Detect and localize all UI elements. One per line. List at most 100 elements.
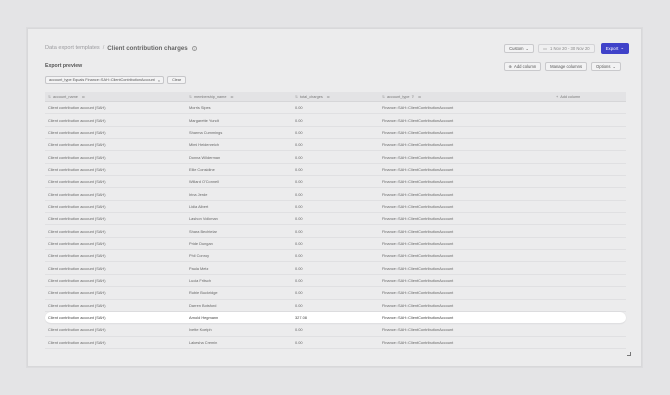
table-row[interactable]: Client contribution account (SAH) Shara B… (45, 225, 626, 238)
column-header-label: account_name (52, 94, 78, 99)
table-row[interactable]: Client contribution account (SAH) Lakesha… (45, 337, 626, 349)
table-cell-total-charges: 0.00 (295, 129, 303, 135)
table-cell-total-charges: 0.00 (295, 327, 303, 333)
table-cell-account-name: Client contribution account (SAH) (48, 154, 106, 160)
table-row[interactable]: Client contribution account (SAH) Margare… (45, 114, 626, 127)
preview-toolbar: Export preview ⊕ Add column Manage colum… (45, 61, 621, 71)
column-header[interactable]: ⇅ membership_name ••• (186, 95, 292, 99)
page-title: Client contribution charges (107, 44, 188, 52)
table-row[interactable]: Client contribution account (SAH) Arnold … (45, 311, 626, 325)
range-select[interactable]: Custom ⌄ (504, 43, 535, 53)
resize-handle[interactable] (627, 352, 631, 356)
table-cell-membership-name: Margarette Yundt (189, 117, 219, 123)
add-column-button[interactable]: ⊕ Add column (503, 61, 542, 71)
date-range-picker[interactable]: ▭ 1 Nov 20 - 30 Nov 20 (538, 43, 595, 53)
export-button[interactable]: Export ⌄ (600, 42, 629, 54)
table-row[interactable]: Client contribution account (SAH) Paula M… (45, 262, 626, 275)
sort-icon: ⇅ (48, 94, 51, 99)
table-cell-account-type: Finance::SAH::ClientContributionAccount (382, 216, 454, 222)
table-cell-account-name: Client contribution account (SAH) (48, 240, 106, 246)
table-cell-membership-name: Mimi Heidenreich (189, 142, 220, 148)
table-row[interactable]: Client contribution account (SAH) Lashon … (45, 213, 626, 226)
close-icon[interactable]: × (158, 78, 160, 83)
table-row[interactable]: Client contribution account (SAH) Ellie C… (45, 164, 626, 177)
table-cell-account-name: Client contribution account (SAH) (48, 339, 106, 345)
table-cell-membership-name: Lashon Volkman (189, 216, 218, 222)
table-cell-account-type: Finance::SAH::ClientContributionAccount (382, 129, 454, 135)
table-cell-account-name: Client contribution account (SAH) (48, 228, 106, 234)
table-row[interactable]: Client contribution account (SAH) Irina J… (45, 188, 626, 201)
table-cell-account-name: Client contribution account (SAH) (48, 265, 106, 271)
table-cell-account-name: Client contribution account (SAH) (48, 203, 106, 209)
table-cell-account-name: Client contribution account (SAH) (48, 327, 106, 333)
options-label: Options (596, 63, 611, 69)
table-row[interactable]: Client contribution account (SAH) Willard… (45, 176, 626, 189)
breadcrumb-parent[interactable]: Data export templates (45, 45, 100, 51)
column-header[interactable]: ⇅ total_charges ••• (292, 95, 379, 99)
table-cell-account-type: Finance::SAH::ClientContributionAccount (382, 191, 454, 197)
table-cell-account-name: Client contribution account (SAH) (48, 302, 106, 308)
more-icon[interactable]: ••• (418, 95, 421, 99)
range-select-label: Custom (509, 45, 524, 51)
table-cell-account-type: Finance::SAH::ClientContributionAccount (382, 327, 454, 333)
table-cell-membership-name: Lakesha Cremin (189, 339, 218, 345)
more-icon[interactable]: ••• (230, 95, 233, 99)
filter-icon[interactable]: ⊽ (412, 95, 415, 99)
table-cell-total-charges: 0.00 (295, 240, 303, 246)
column-header[interactable]: ⇅ account_name ••• (45, 95, 186, 99)
table-cell-total-charges: 0.00 (295, 228, 303, 234)
table-row[interactable]: Client contribution account (SAH) Ivette … (45, 324, 626, 337)
table-row[interactable]: Client contribution account (SAH) Donna W… (45, 151, 626, 164)
table-row[interactable]: Client contribution account (SAH) Sharma … (45, 127, 626, 140)
table-row[interactable]: Client contribution account (SAH) Rubie B… (45, 287, 626, 300)
options-button[interactable]: Options ⌄ (591, 61, 621, 71)
table-row[interactable]: Client contribution account (SAH) Lucia F… (45, 275, 626, 288)
preview-table: ⇅ account_name ••• ⇅ membership_name •••… (45, 92, 626, 349)
page-header: Data export templates / Client contribut… (45, 41, 629, 55)
table-row[interactable]: Client contribution account (SAH) Phil Co… (45, 250, 626, 263)
table-cell-membership-name: Pride Dungan (189, 240, 213, 246)
filter-bar: account_type Equals Finance::SAH::Client… (45, 76, 187, 84)
table-cell-account-type: Finance::SAH::ClientContributionAccount (382, 240, 454, 246)
table-cell-account-name: Client contribution account (SAH) (48, 129, 106, 135)
table-cell-total-charges: 327.08 (295, 315, 307, 321)
table-cell-membership-name: Phil Conroy (189, 253, 210, 259)
table-row[interactable]: Client contribution account (SAH) Pride D… (45, 238, 626, 251)
table-cell-account-type: Finance::SAH::ClientContributionAccount (382, 142, 454, 148)
table-cell-membership-name: Willard O'Connell (189, 179, 219, 185)
chevron-down-icon: ⌄ (525, 45, 530, 51)
table-row[interactable]: Client contribution account (SAH) Morris … (45, 102, 626, 115)
manage-columns-button[interactable]: Manage columns (545, 61, 588, 71)
table-cell-account-type: Finance::SAH::ClientContributionAccount (382, 277, 454, 283)
clear-filters-button[interactable]: Clear (167, 76, 187, 84)
column-header-label: total_charges (299, 94, 323, 99)
table-cell-account-type: Finance::SAH::ClientContributionAccount (382, 302, 454, 308)
table-cell-account-type: Finance::SAH::ClientContributionAccount (382, 154, 454, 160)
export-button-label: Export (605, 45, 619, 51)
table-cell-total-charges: 0.00 (295, 216, 303, 222)
filter-chip[interactable]: account_type Equals Finance::SAH::Client… (45, 76, 165, 84)
info-icon[interactable]: i (191, 45, 197, 51)
table-cell-membership-name: Arnold Hegmann (189, 315, 219, 321)
table-row[interactable]: Client contribution account (SAH) Darren … (45, 300, 626, 312)
table-cell-account-type: Finance::SAH::ClientContributionAccount (382, 339, 454, 345)
sort-icon: ⇅ (382, 94, 385, 99)
more-icon[interactable]: ••• (327, 95, 330, 99)
more-icon[interactable]: ••• (82, 95, 85, 99)
table-cell-account-type: Finance::SAH::ClientContributionAccount (382, 228, 454, 234)
add-column-header[interactable]: + Add column (550, 95, 626, 99)
table-row[interactable]: Client contribution account (SAH) Mimi He… (45, 139, 626, 152)
table-cell-membership-name: Ivette Koelph (189, 327, 212, 333)
table-cell-account-name: Client contribution account (SAH) (48, 142, 106, 148)
table-cell-account-type: Finance::SAH::ClientContributionAccount (382, 117, 454, 123)
table-cell-total-charges: 0.00 (295, 105, 303, 111)
table-cell-total-charges: 0.00 (295, 302, 303, 308)
table-cell-account-name: Client contribution account (SAH) (48, 117, 106, 123)
header-actions: Custom ⌄ ▭ 1 Nov 20 - 30 Nov 20 Export ⌄ (504, 42, 629, 54)
table-cell-account-type: Finance::SAH::ClientContributionAccount (382, 315, 454, 321)
table-cell-account-name: Client contribution account (SAH) (48, 253, 106, 259)
table-row[interactable]: Client contribution account (SAH) Lidia A… (45, 201, 626, 214)
table-cell-membership-name: Lidia Albert (189, 203, 209, 209)
calendar-icon: ▭ (543, 45, 548, 51)
column-header[interactable]: ⇅ account_type ⊽ ••• (379, 95, 550, 99)
